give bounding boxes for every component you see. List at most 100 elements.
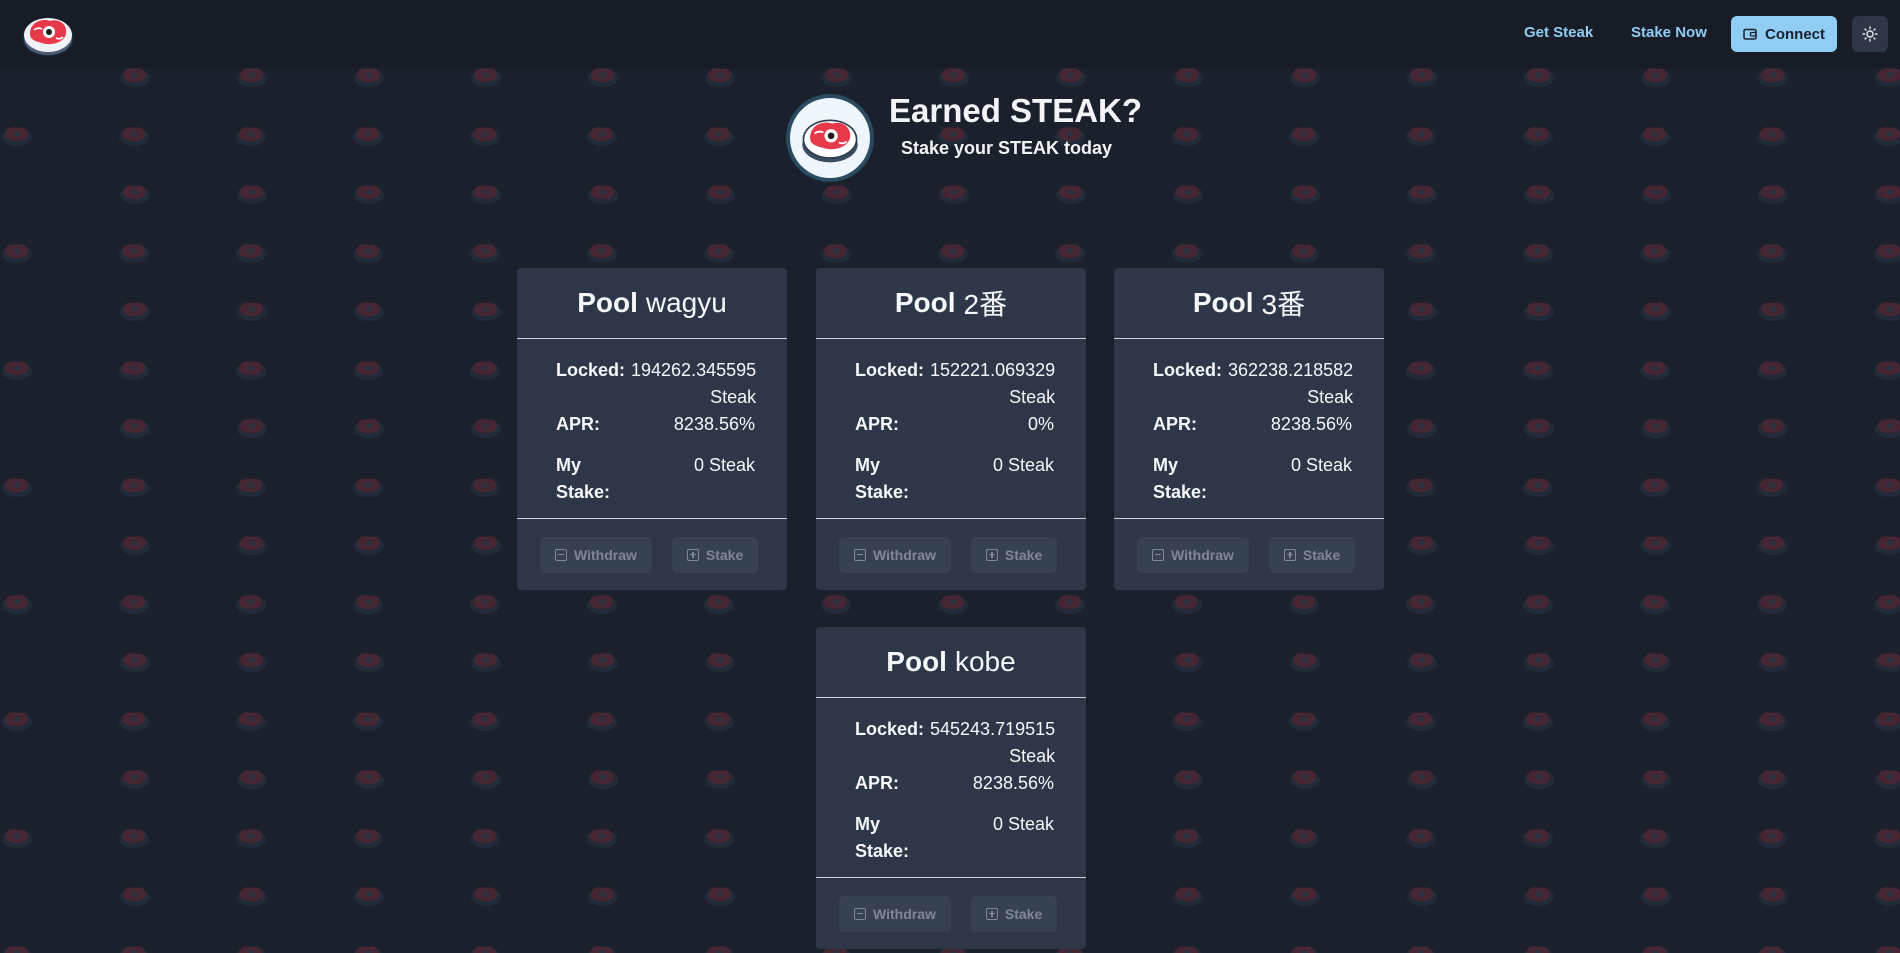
steak-pattern-icon — [471, 887, 501, 906]
steak-pattern-icon — [588, 770, 618, 789]
steak-pattern-icon — [236, 945, 266, 953]
steak-pattern-icon — [354, 653, 384, 672]
steak-pattern-icon — [120, 419, 150, 438]
steak-pattern-icon — [1290, 770, 1320, 789]
steak-pattern-icon — [470, 126, 500, 146]
withdraw-button[interactable]: Withdraw — [540, 536, 652, 573]
pool-title: Pool 3番 — [1114, 268, 1384, 339]
steak-pattern-icon — [1524, 887, 1554, 906]
steak-pattern-icon — [470, 711, 500, 731]
nav-link-stake-now[interactable]: Stake Now — [1631, 24, 1707, 41]
steak-pattern-icon — [237, 302, 267, 321]
steak-pattern-icon — [2, 594, 32, 614]
steak-pattern-icon — [1524, 68, 1554, 87]
steak-pattern-icon — [1523, 477, 1553, 497]
steak-pattern-icon — [1289, 711, 1319, 731]
steak-pattern-icon — [1641, 887, 1671, 906]
steak-pattern-icon — [1640, 360, 1670, 380]
pool-actions: Withdraw Stake — [1114, 518, 1384, 590]
stake-button[interactable]: Stake — [671, 536, 759, 573]
steak-logo-icon[interactable] — [20, 10, 76, 58]
locked-label: Locked: — [1153, 360, 1223, 380]
steak-pattern-icon — [705, 887, 735, 906]
steak-pattern-icon — [354, 68, 384, 87]
steak-pattern-icon — [1055, 243, 1085, 263]
wallet-icon — [1743, 28, 1757, 40]
steak-pattern-icon — [1641, 302, 1671, 321]
minus-square-icon — [555, 548, 567, 561]
hero-steak-icon — [786, 94, 874, 182]
steak-pattern-icon — [1875, 536, 1900, 555]
apr-value: 8238.56% — [972, 773, 1054, 793]
steak-pattern-icon — [939, 185, 969, 204]
withdraw-button[interactable]: Withdraw — [839, 895, 951, 932]
plus-square-icon — [985, 548, 998, 561]
connect-wallet-button[interactable]: Connect — [1731, 16, 1837, 52]
withdraw-button[interactable]: Withdraw — [839, 536, 951, 573]
steak-pattern-icon — [1523, 594, 1553, 614]
steak-pattern-icon — [1640, 126, 1670, 146]
steak-pattern-icon — [1758, 68, 1788, 87]
apr-label: APR: — [1153, 414, 1197, 434]
steak-pattern-icon — [470, 828, 500, 848]
steak-pattern-icon — [470, 945, 500, 953]
steak-pattern-icon — [120, 770, 150, 789]
steak-pattern-icon — [1757, 243, 1787, 263]
pool-stats: Locked: 362238.218582 Steak APR: 8238.56%… — [1114, 339, 1384, 518]
steak-pattern-icon — [237, 68, 267, 87]
steak-pattern-icon — [1874, 828, 1900, 848]
steak-pattern-icon — [1173, 68, 1203, 87]
my-stake-value: 0 Steak — [1290, 455, 1352, 475]
steak-pattern-icon — [1173, 887, 1203, 906]
steak-pattern-icon — [1640, 243, 1670, 263]
pool-name: wagyu — [645, 287, 727, 318]
steak-pattern-icon — [1874, 126, 1900, 146]
steak-pattern-icon — [1641, 770, 1671, 789]
steak-pattern-icon — [470, 594, 500, 614]
steak-pattern-icon — [2, 360, 32, 380]
steak-pattern-icon — [1640, 594, 1670, 614]
steak-pattern-icon — [237, 185, 267, 204]
pool-name: 2番 — [963, 289, 1008, 320]
steak-pattern-icon — [471, 536, 501, 555]
steak-pattern-icon — [2, 477, 32, 497]
steak-pattern-icon — [119, 945, 149, 953]
stake-button[interactable]: Stake — [1268, 536, 1356, 573]
steak-pattern-icon — [821, 243, 851, 263]
plus-square-icon — [985, 907, 998, 920]
steak-pattern-icon — [1875, 419, 1900, 438]
steak-pattern-icon — [1289, 828, 1319, 848]
steak-pattern-icon — [822, 68, 852, 87]
withdraw-button[interactable]: Withdraw — [1137, 536, 1249, 573]
steak-pattern-icon — [470, 243, 500, 263]
apr-value: 0% — [1027, 414, 1054, 434]
steak-pattern-icon — [354, 419, 384, 438]
steak-pattern-icon — [1758, 770, 1788, 789]
nav-link-get-steak[interactable]: Get Steak — [1524, 24, 1593, 41]
theme-toggle-button[interactable] — [1852, 16, 1888, 52]
pool-card-wagyu: Pool wagyu Locked: 194262.345595 Steak AP… — [517, 268, 787, 590]
steak-pattern-icon — [471, 770, 501, 789]
stake-button[interactable]: Stake — [970, 895, 1058, 932]
steak-pattern-icon — [821, 594, 851, 614]
steak-pattern-icon — [1757, 828, 1787, 848]
steak-pattern-icon — [1641, 68, 1671, 87]
pool-stats: Locked: 545243.719515 Steak APR: 8238.56%… — [816, 698, 1086, 877]
pool-title: Pool kobe — [816, 627, 1086, 698]
steak-pattern-icon — [1758, 536, 1788, 555]
steak-pattern-icon — [1757, 126, 1787, 146]
steak-pattern-icon — [1290, 653, 1320, 672]
pool-actions: Withdraw Stake — [816, 518, 1086, 590]
stake-button[interactable]: Stake — [970, 536, 1058, 573]
steak-pattern-icon — [1289, 243, 1319, 263]
steak-pattern-icon — [1524, 536, 1554, 555]
steak-pattern-icon — [1406, 594, 1436, 614]
steak-pattern-icon — [237, 419, 267, 438]
steak-pattern-icon — [120, 653, 150, 672]
steak-pattern-icon — [1523, 711, 1553, 731]
steak-pattern-icon — [120, 68, 150, 87]
steak-pattern-icon — [1758, 419, 1788, 438]
steak-pattern-icon — [704, 828, 734, 848]
steak-pattern-icon — [1290, 68, 1320, 87]
minus-square-icon — [1152, 548, 1164, 561]
